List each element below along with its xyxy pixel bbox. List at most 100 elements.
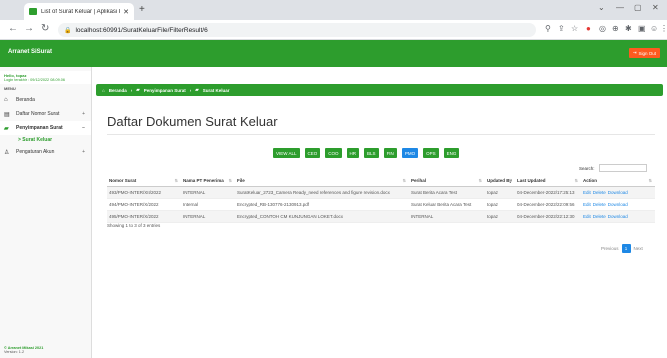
share-icon[interactable]: ⇪ — [558, 24, 565, 33]
zoom-icon[interactable]: ⚲ — [545, 24, 551, 33]
window-close-icon[interactable]: ✕ — [652, 3, 659, 12]
extension-icon[interactable]: ⊕ — [612, 24, 619, 33]
cell-updated-by: topaz — [485, 210, 515, 223]
breadcrumb-separator: › — [189, 87, 192, 93]
folder-icon: ▰ — [4, 125, 9, 132]
app-header: Arranet SiSurat ⇥ Sign Out — [0, 40, 667, 67]
delete-link[interactable]: Delete — [593, 202, 606, 207]
close-tab-icon[interactable]: ✕ — [123, 8, 129, 16]
delete-link[interactable]: Delete — [593, 214, 606, 219]
filter-bls-button[interactable]: BLS — [364, 148, 379, 158]
folder-icon: ▰ — [195, 87, 199, 92]
cell-actions: Edit Delete Download — [581, 198, 655, 211]
column-header[interactable]: File ⇅ — [235, 175, 409, 187]
cell-actions: Edit Delete Download — [581, 210, 655, 223]
bookmark-star-icon[interactable]: ☆ — [571, 24, 578, 33]
filter-ops-button[interactable]: OPS — [423, 148, 439, 158]
filter-view-all-button[interactable]: VIEW ALL — [273, 148, 300, 158]
minimize-icon[interactable]: — — [616, 3, 624, 12]
last-login: Login terakhir : 09/12/2022 08.09.06 — [4, 78, 66, 82]
column-header[interactable]: Action ⇅ — [581, 175, 655, 187]
cell-file: Encrypted_RB-130776-2130913.pdf — [235, 198, 409, 211]
sort-icon: ⇅ — [574, 178, 578, 183]
extension-icon[interactable]: ● — [586, 24, 591, 33]
sort-icon: ⇅ — [402, 178, 406, 183]
cell-nomor-surat: 493/PMO-INTER/XII/2022 — [107, 186, 181, 199]
page-1-button[interactable]: 1 — [621, 244, 631, 253]
edit-link[interactable]: Edit — [583, 190, 591, 195]
filter-coo-button[interactable]: COO — [325, 148, 342, 158]
cell-perihal: Surat Berita Acara Test — [409, 186, 485, 199]
back-icon[interactable]: ← — [8, 23, 18, 34]
column-header-label: Action — [583, 178, 597, 183]
filter-hr-button[interactable]: HR — [346, 148, 360, 158]
cell-penerima: Internal — [181, 198, 235, 211]
profile-icon[interactable]: ☺ — [650, 24, 658, 33]
column-header-label: Nama PT Penerima — [183, 178, 224, 183]
table-row: 495/PMO-INTER/X/2022 INTERNAL Encrypted_… — [107, 210, 655, 223]
sidebar-item-label: Penyimpanan Surat — [16, 125, 63, 131]
cell-file: Encrypted_CONTOH CM KUNJUNGAN LOKET.docx — [235, 210, 409, 223]
app-brand: Arranet SiSurat — [8, 49, 53, 55]
cell-last-updated: 04-December-2022/22:09:56 — [515, 198, 581, 211]
page-title: Daftar Dokumen Surat Keluar — [107, 114, 278, 129]
previous-page-button[interactable]: Previous — [601, 246, 619, 251]
breadcrumb-item: Surat Keluar — [202, 87, 230, 93]
menu-kebab-icon[interactable]: ⋮ — [660, 24, 667, 33]
filter-buttons: VIEW ALL CEO COO HR BLS FIN PMO OPS ENG — [273, 148, 460, 158]
user-settings-icon: ♙ — [4, 149, 10, 156]
reload-icon[interactable]: ↻ — [41, 23, 49, 34]
edit-link[interactable]: Edit — [583, 202, 591, 207]
extension-icon[interactable]: ◎ — [599, 24, 606, 33]
user-info: Hello, topaz Login terakhir : 09/12/2022… — [0, 71, 91, 84]
extensions-puzzle-icon[interactable]: ✱ — [625, 24, 632, 33]
column-header[interactable]: Perihal ⇅ — [409, 175, 485, 187]
cell-last-updated: 04-December-2022/17:25:13 — [515, 186, 581, 199]
column-header[interactable]: Nama PT Penerima ⇅ — [181, 175, 235, 187]
sign-out-label: Sign Out — [638, 50, 656, 56]
breadcrumb-item[interactable]: Penyimpanan Surat — [144, 88, 186, 93]
column-header-label: Nomor Surat — [109, 178, 137, 183]
column-header[interactable]: Last Updated ⇅ — [515, 175, 581, 187]
title-divider — [107, 134, 655, 135]
filter-fin-button[interactable]: FIN — [383, 148, 397, 158]
address-bar[interactable]: 🔒 localhost:60991/SuratKeluarFile/Filter… — [58, 23, 536, 37]
new-tab-icon[interactable]: + — [139, 4, 145, 15]
column-header[interactable]: Nomor Surat ⇅ — [107, 175, 181, 187]
sort-icon: ⇅ — [174, 178, 178, 183]
edit-link[interactable]: Edit — [583, 214, 591, 219]
sidebar-item-daftar-nomor-surat[interactable]: ▤ Daftar Nomor Surat + — [0, 107, 91, 121]
delete-link[interactable]: Delete — [593, 190, 606, 195]
sidebar-item-label: Daftar Nomor Surat — [16, 111, 60, 117]
sidebar-panel-icon[interactable]: ▣ — [638, 24, 646, 33]
download-link[interactable]: Download — [608, 214, 628, 219]
home-icon: ⌂ — [102, 87, 105, 93]
sidebar: Hello, topaz Login terakhir : 09/12/2022… — [0, 67, 92, 358]
search-input[interactable] — [598, 164, 647, 172]
filter-ceo-button[interactable]: CEO — [304, 148, 321, 158]
sidebar-item-beranda[interactable]: ⌂ Beranda — [0, 93, 91, 107]
cell-last-updated: 04-December-2022/22:12:30 — [515, 210, 581, 223]
forward-icon[interactable]: → — [24, 23, 34, 34]
filter-pmo-button[interactable]: PMO — [401, 148, 419, 158]
tab-search-icon[interactable]: ⌄ — [598, 3, 605, 12]
table-search: Search: — [579, 164, 647, 172]
filter-eng-button[interactable]: ENG — [443, 148, 460, 158]
documents-table: Nomor Surat ⇅ Nama PT Penerima ⇅ File ⇅ Per… — [107, 175, 655, 223]
sign-out-icon: ⇥ — [632, 50, 637, 55]
search-label: Search: — [579, 165, 595, 171]
sidebar-item-pengaturan-akun[interactable]: ♙ Pengaturan Akun + — [0, 145, 91, 159]
sidebar-subitem-surat-keluar[interactable]: > Surat Keluar — [0, 135, 91, 145]
breadcrumb-item[interactable]: Beranda — [109, 88, 127, 93]
sidebar-item-penyimpanan-surat[interactable]: ▰ Penyimpanan Surat − — [0, 121, 91, 135]
download-link[interactable]: Download — [608, 202, 628, 207]
download-link[interactable]: Download — [608, 190, 628, 195]
column-header[interactable]: Updated By ⇅ — [485, 175, 515, 187]
sort-icon: ⇅ — [648, 178, 652, 183]
restore-icon[interactable]: ▢ — [634, 3, 642, 12]
sort-icon: ⇅ — [228, 178, 232, 183]
next-page-button[interactable]: Next — [634, 246, 643, 251]
sign-out-button[interactable]: ⇥ Sign Out — [628, 48, 660, 58]
browser-tab[interactable]: List of Surat Keluar | Aplikasi Pen ✕ — [24, 3, 134, 20]
menu-title: MENU — [4, 86, 16, 91]
